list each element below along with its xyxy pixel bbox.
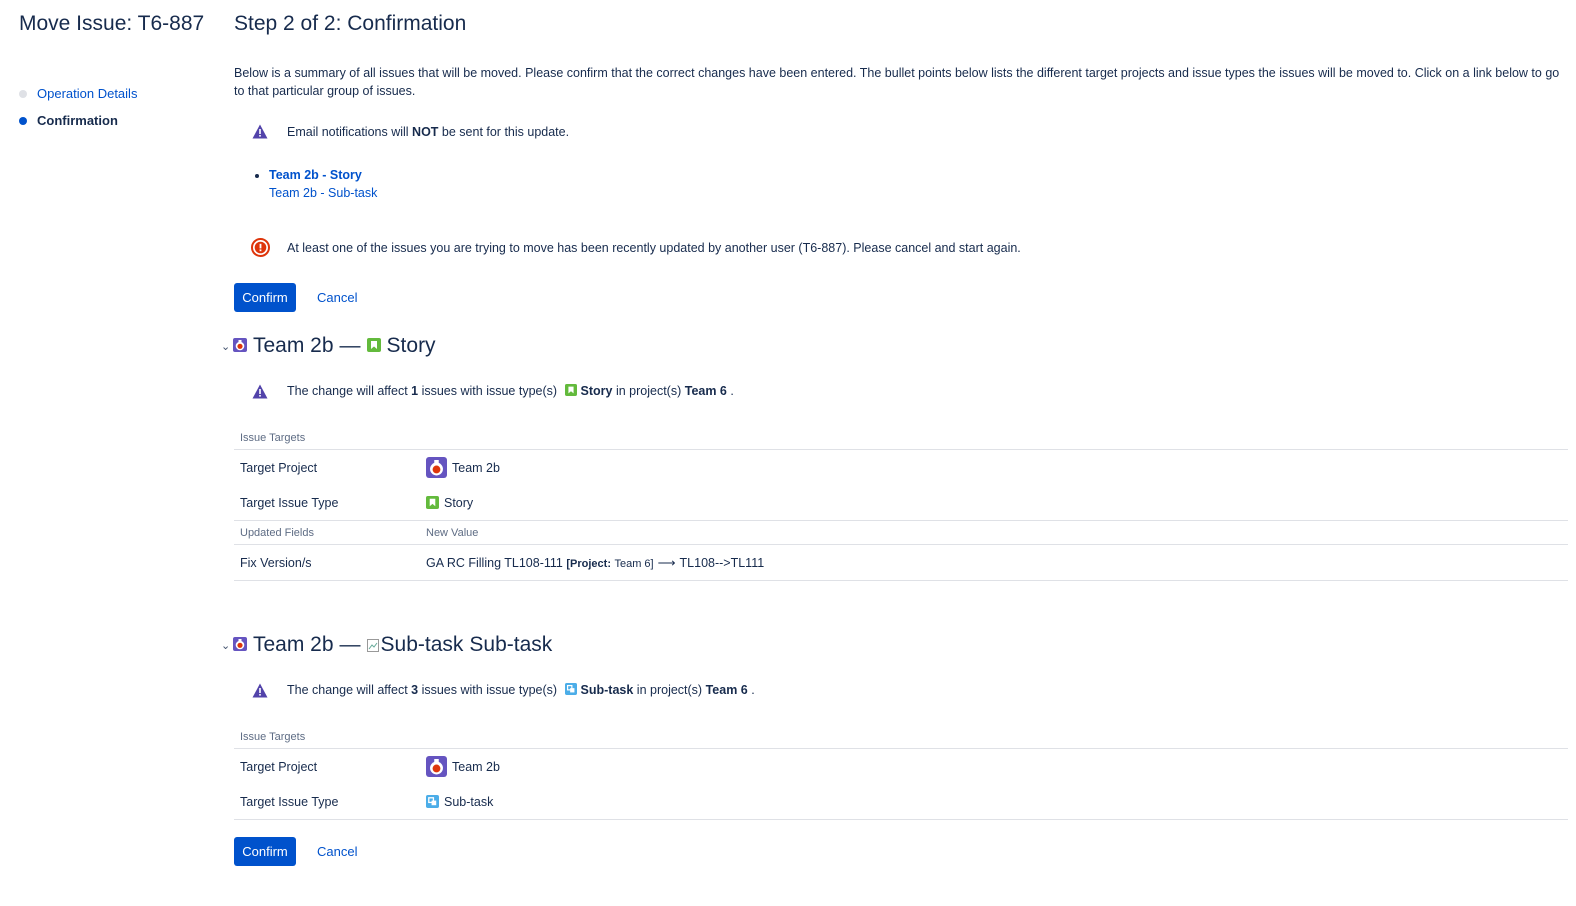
top-actions: Confirm Cancel	[234, 283, 1564, 312]
intro-text: Below is a summary of all issues that wi…	[234, 66, 1560, 98]
group-issue-type: Sub-task	[469, 633, 553, 657]
group-dash: —	[339, 334, 361, 357]
target-group-item[interactable]: Team 2b - Story Team 2b - Sub-task	[269, 166, 1564, 202]
target-type-label: Target Issue Type	[234, 784, 420, 821]
cancel-link[interactable]: Cancel	[317, 290, 357, 305]
cancel-link[interactable]: Cancel	[317, 844, 357, 859]
error-text: At least one of the issues you are tryin…	[287, 240, 1021, 255]
chevron-down-icon[interactable]: ⌄	[221, 639, 231, 652]
target-type-value: Sub-task	[444, 794, 494, 809]
target-type-value: Story	[444, 495, 474, 510]
subtask-icon	[564, 683, 577, 698]
summary-table-story: Issue Targets Target Project Team 2b Tar…	[234, 426, 1568, 582]
table-row: Target Issue Type Sub-task	[234, 784, 1568, 821]
target-link-subtask[interactable]: Team 2b - Sub-task	[269, 186, 377, 200]
target-group-list: Team 2b - Story Team 2b - Sub-task	[269, 166, 1564, 202]
nav-item-confirmation: Confirmation	[19, 107, 137, 134]
error-message: At least one of the issues you are tryin…	[250, 238, 1564, 257]
target-project-value: Team 2b	[452, 460, 500, 475]
group-project-name: Team 2b	[253, 633, 334, 657]
issue-targets-header: Issue Targets	[234, 426, 1568, 451]
target-link-story[interactable]: Team 2b - Story	[269, 168, 362, 182]
issue-targets-header: Issue Targets	[234, 725, 1568, 750]
main-content: Step 2 of 2: Confirmation Below is a sum…	[221, 0, 1568, 867]
side-nav: Operation Details Confirmation	[19, 80, 137, 134]
target-project-label: Target Project	[240, 759, 318, 774]
error-icon	[250, 238, 270, 257]
nav-current-confirmation: Confirmation	[37, 113, 118, 128]
table-row: Target Project Team 2b	[234, 749, 1568, 785]
group-issue-type: Story	[386, 334, 436, 357]
field-label: Fix Version/s	[234, 544, 420, 582]
confirm-button[interactable]: Confirm	[234, 837, 296, 867]
table-row: Fix Version/s GA RC Filling TL108-111 [P…	[234, 544, 1568, 582]
chevron-down-icon[interactable]: ⌄	[221, 340, 231, 353]
change-notice-text: The change will affect 1 issues with iss…	[287, 384, 734, 399]
story-icon	[564, 384, 577, 399]
page-title: Move Issue: T6-887	[19, 12, 205, 35]
step-done-dot	[19, 89, 27, 98]
story-icon	[426, 496, 439, 510]
new-value-header: New Value	[420, 520, 1568, 546]
nav-link-operation-details[interactable]: Operation Details	[37, 86, 137, 101]
group-project-name: Team 2b	[253, 334, 334, 357]
warning-icon	[250, 124, 270, 139]
target-project-label: Target Project	[240, 460, 318, 475]
arrow-right-icon: ⟶	[657, 556, 676, 571]
email-notice-text: Email notifications will NOT be sent for…	[287, 124, 570, 139]
project-avatar-icon	[233, 633, 247, 657]
project-avatar-icon	[233, 334, 247, 358]
step-title: Step 2 of 2: Confirmation	[234, 12, 467, 35]
target-type-label: Target Issue Type	[234, 485, 420, 522]
field-value: GA RC Filling TL108-111 [Project: Team 6…	[420, 544, 1568, 582]
project-avatar-icon	[426, 457, 447, 479]
broken-image-icon: Sub-task	[366, 633, 464, 657]
project-avatar-icon	[426, 756, 447, 778]
updated-fields-header: Updated Fields	[234, 520, 420, 546]
target-project-value: Team 2b	[452, 759, 500, 774]
broken-image-alt: Sub-task	[380, 633, 464, 657]
confirm-button[interactable]: Confirm	[234, 283, 296, 312]
change-notice-subtask: The change will affect 3 issues with iss…	[250, 683, 1564, 698]
change-notice-text: The change will affect 3 issues with iss…	[287, 683, 755, 698]
email-notice: Email notifications will NOT be sent for…	[250, 124, 1564, 139]
group-dash: —	[339, 633, 361, 657]
step-active-dot	[19, 116, 27, 125]
warning-icon	[250, 683, 270, 698]
summary-table-subtask: Issue Targets Target Project Team 2b Tar…	[234, 725, 1568, 821]
group-heading-story: ⌄ Team 2b — Story	[221, 334, 1564, 358]
warning-icon	[250, 384, 270, 399]
change-notice-story: The change will affect 1 issues with iss…	[250, 384, 1564, 399]
table-row: Target Project Team 2b	[234, 450, 1568, 486]
story-icon	[366, 334, 381, 358]
group-heading-subtask: ⌄ Team 2b — Sub-task Sub-task	[221, 633, 1564, 657]
subtask-icon	[426, 795, 439, 809]
table-row: Target Issue Type Story	[234, 485, 1568, 522]
nav-item-operation-details[interactable]: Operation Details	[19, 80, 137, 107]
bottom-actions: Confirm Cancel	[234, 837, 1564, 867]
